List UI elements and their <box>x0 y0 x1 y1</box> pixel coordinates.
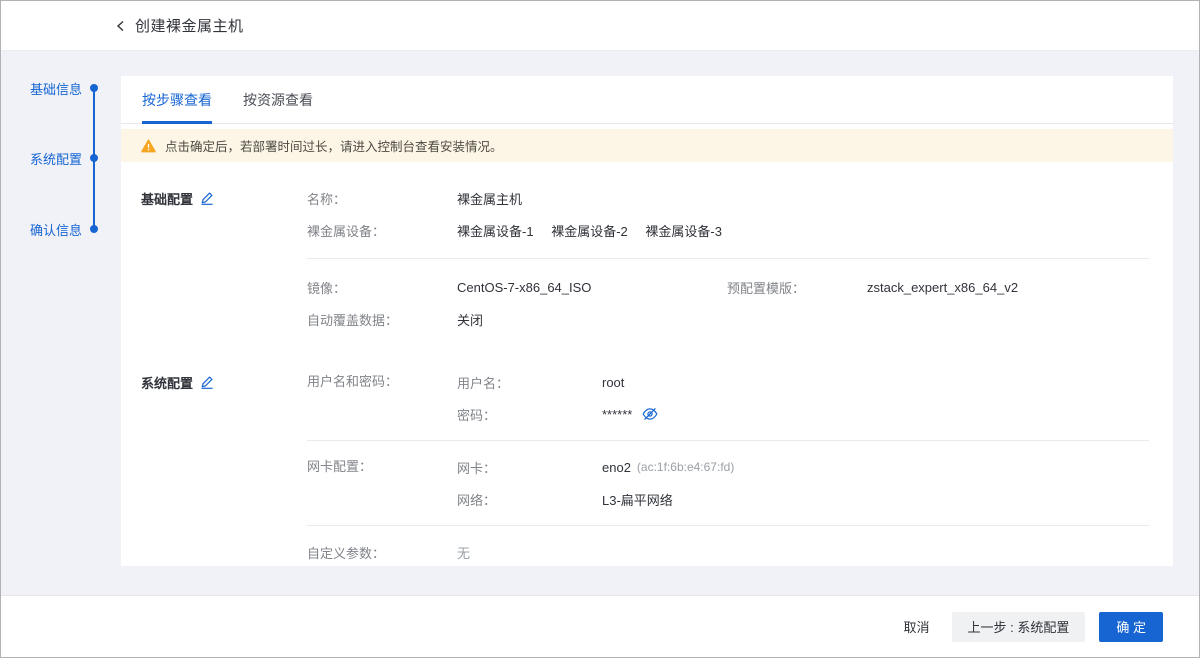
device-item: 裸金属设备-3 <box>645 224 722 239</box>
divider <box>307 258 1149 259</box>
overwrite-label: 自动覆盖数据： <box>307 310 457 329</box>
basic-config-title: 基础配置 <box>141 189 193 208</box>
prev-step-button[interactable]: 上一步 : 系统配置 <box>952 612 1086 642</box>
device-item: 裸金属设备-2 <box>551 224 628 239</box>
image-value: CentOS-7-x86_64_ISO <box>457 280 591 295</box>
image-label: 镜像： <box>307 278 457 297</box>
step-confirm-info[interactable]: 确认信息 <box>1 219 121 239</box>
nic-group-label: 网卡配置： <box>307 451 457 483</box>
divider <box>307 525 1149 526</box>
nic-value: eno2 <box>602 460 631 475</box>
divider <box>307 440 1149 441</box>
step-rail: 基础信息 系统配置 确认信息 <box>1 51 121 591</box>
tab-by-resource[interactable]: 按资源查看 <box>243 76 313 123</box>
basic-config-section: 基础配置 名称： 裸金属主机 裸金属设备： 裸金属设备-1 <box>121 182 1173 335</box>
nic-mac: (ac:1f:6b:e4:67:fd) <box>637 460 734 474</box>
step-label: 系统配置 <box>30 149 82 168</box>
custom-params-label: 自定义参数： <box>307 543 457 562</box>
warning-text: 点击确定后，若部署时间过长，请进入控制台查看安装情况。 <box>165 136 503 155</box>
system-config-section: 系统配置 用户名和密码： 用户名： root <box>121 366 1173 566</box>
edit-basic-config-icon[interactable] <box>200 191 214 205</box>
summary-content: 基础配置 名称： 裸金属主机 裸金属设备： 裸金属设备-1 <box>121 162 1173 566</box>
image-row: 镜像： CentOS-7-x86_64_ISO 预配置模版： zstack_ex… <box>307 271 1149 303</box>
username-label: 用户名： <box>457 373 602 392</box>
network-value: L3-扁平网络 <box>602 490 673 509</box>
template-label: 预配置模版： <box>727 278 867 297</box>
step-basic-info[interactable]: 基础信息 <box>1 78 121 98</box>
eye-off-icon[interactable] <box>642 406 658 422</box>
footer-bar: 取消 上一步 : 系统配置 确 定 <box>1 595 1199 657</box>
warning-triangle-icon <box>141 139 156 153</box>
chevron-left-icon <box>115 20 127 32</box>
step-system-config[interactable]: 系统配置 <box>1 148 121 168</box>
confirm-button[interactable]: 确 定 <box>1099 612 1163 642</box>
confirm-card: 按步骤查看 按资源查看 点击确定后，若部署时间过长，请进入控制台查看安装情况。 … <box>121 76 1173 566</box>
page-title: 创建裸金属主机 <box>135 15 244 36</box>
step-dot-icon <box>90 154 98 162</box>
devices-row: 裸金属设备： 裸金属设备-1 裸金属设备-2 裸金属设备-3 <box>307 214 1149 246</box>
step-label: 确认信息 <box>30 220 82 239</box>
system-config-title: 系统配置 <box>141 373 193 392</box>
name-value: 裸金属主机 <box>457 189 522 208</box>
device-item: 裸金属设备-1 <box>457 224 534 239</box>
edit-system-config-icon[interactable] <box>200 375 214 389</box>
devices-label: 裸金属设备： <box>307 221 457 240</box>
name-label: 名称： <box>307 189 457 208</box>
nic-group-row: 网卡配置： 网卡： eno2 (ac:1f:6b:e4:67:fd) 网络： L… <box>307 451 1149 515</box>
view-tab-bar: 按步骤查看 按资源查看 <box>121 76 1173 124</box>
step-dot-icon <box>90 84 98 92</box>
warning-banner: 点击确定后，若部署时间过长，请进入控制台查看安装情况。 <box>121 129 1173 162</box>
password-label: 密码： <box>457 405 602 424</box>
credentials-row: 用户名和密码： 用户名： root 密码： ****** <box>307 366 1149 430</box>
network-label: 网络： <box>457 490 602 509</box>
custom-params-value: 无 <box>457 543 470 562</box>
step-label: 基础信息 <box>30 79 82 98</box>
custom-params-row: 自定义参数： 无 <box>307 536 1149 566</box>
tab-by-step[interactable]: 按步骤查看 <box>142 76 212 123</box>
credentials-label: 用户名和密码： <box>307 366 457 398</box>
cancel-button[interactable]: 取消 <box>904 617 930 636</box>
name-row: 名称： 裸金属主机 <box>307 182 1149 214</box>
back-button[interactable] <box>115 20 127 32</box>
nic-label: 网卡： <box>457 458 602 477</box>
overwrite-row: 自动覆盖数据： 关闭 <box>307 303 1149 335</box>
template-value: zstack_expert_x86_64_v2 <box>867 280 1018 295</box>
overwrite-value: 关闭 <box>457 310 483 329</box>
password-value: ****** <box>602 407 632 422</box>
step-dot-icon <box>90 225 98 233</box>
username-value: root <box>602 375 624 390</box>
header: 创建裸金属主机 <box>1 1 1199 51</box>
